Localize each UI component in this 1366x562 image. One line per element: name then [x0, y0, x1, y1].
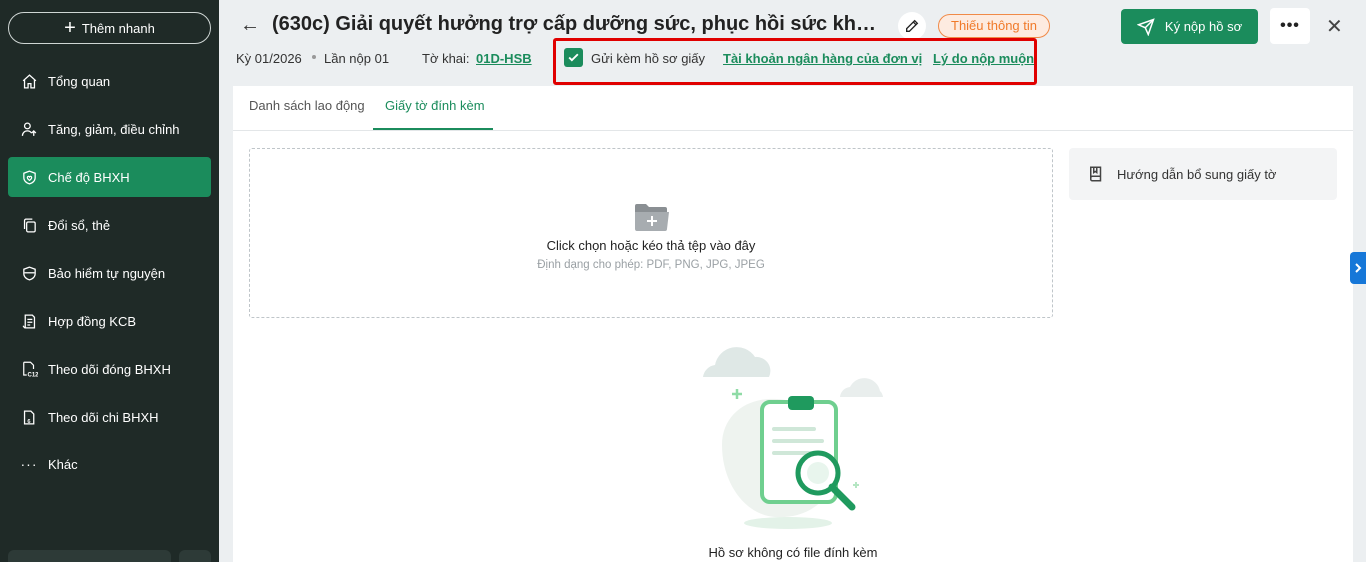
check-icon: [568, 53, 579, 62]
sidebar-item-label: Theo dõi đóng BHXH: [48, 361, 171, 377]
sidebar-item-exchange[interactable]: Đổi sổ, thẻ: [8, 205, 211, 245]
back-arrow-icon[interactable]: ←: [240, 14, 260, 37]
form-code-link[interactable]: 01D-HSB: [476, 51, 532, 66]
page-title: (630c) Giải quyết hưởng trợ cấp dưỡng sứ…: [272, 13, 887, 35]
tab-bar: Danh sách lao động Giấy tờ đính kèm: [233, 86, 1353, 131]
sign-submit-button[interactable]: Ký nộp hồ sơ: [1121, 9, 1258, 44]
contract-icon: [20, 312, 38, 330]
chevron-right-icon: [1355, 263, 1362, 273]
sidebar-item-label: Đổi sổ, thẻ: [48, 217, 111, 233]
late-reason-link[interactable]: Lý do nộp muộn: [933, 51, 1034, 66]
separator-dot: [312, 55, 316, 59]
form-label: Tờ khai:: [422, 51, 470, 66]
sidebar-item-label: Tổng quan: [48, 73, 111, 89]
active-tab-indicator: [373, 128, 493, 130]
submission-label: Lần nộp 01: [324, 51, 390, 66]
empty-state-text: Hồ sơ không có file đính kèm: [708, 545, 878, 560]
shield-icon: [20, 264, 38, 282]
sidebar-item-kcb-contract[interactable]: Hợp đồng KCB: [8, 301, 211, 341]
dropzone-formats: Định dạng cho phép: PDF, PNG, JPG, JPEG: [537, 259, 765, 271]
period-label: Kỳ 01/2026: [236, 51, 302, 66]
paper-docs-checkbox[interactable]: [564, 48, 583, 67]
document-guide-button[interactable]: Hướng dẫn bổ sung giấy tờ: [1069, 148, 1337, 200]
send-icon: [1136, 17, 1155, 36]
plus-icon: +: [64, 17, 76, 39]
empty-clipboard-illustration: [703, 347, 883, 529]
side-panel-toggle[interactable]: [1350, 252, 1366, 284]
folder-add-icon: [635, 204, 669, 231]
sidebar-item-label: Chế độ BHXH: [48, 169, 130, 185]
pencil-icon: [906, 19, 919, 32]
more-dots-icon: ···: [20, 456, 38, 472]
status-badge: Thiếu thông tin: [938, 14, 1051, 38]
tab-employee-list[interactable]: Danh sách lao động: [249, 98, 365, 113]
c12-document-icon: C12: [20, 360, 38, 378]
document-payment-icon: 6: [20, 408, 38, 426]
sidebar-item-track-payment[interactable]: C12 Theo dõi đóng BHXH: [8, 349, 211, 389]
home-icon: [20, 72, 38, 90]
paper-docs-label: Gửi kèm hồ sơ giấy: [591, 51, 706, 66]
sidebar-item-voluntary-insurance[interactable]: Bảo hiểm tự nguyện: [8, 253, 211, 293]
sidebar-item-track-spending[interactable]: 6 Theo dõi chi BHXH: [8, 397, 211, 437]
sidebar-item-other[interactable]: ··· Khác: [8, 444, 211, 484]
sidebar-item-label: Bảo hiểm tự nguyện: [48, 265, 166, 281]
file-dropzone[interactable]: Click chọn hoặc kéo thả tệp vào đây Định…: [249, 148, 1053, 318]
more-options-button[interactable]: •••: [1270, 8, 1310, 44]
sidebar-item-bhxh-regime[interactable]: Chế độ BHXH: [8, 157, 211, 197]
sidebar-item-overview[interactable]: Tổng quan: [8, 61, 211, 101]
edit-title-button[interactable]: [898, 12, 926, 40]
sidebar-item-label: Hợp đồng KCB: [48, 313, 137, 329]
sidebar-footer-button[interactable]: [8, 550, 171, 562]
shield-heart-icon: [20, 168, 38, 186]
svg-text:C12: C12: [28, 373, 39, 379]
book-icon: [1090, 166, 1102, 182]
sidebar-item-label: Theo dõi chi BHXH: [48, 409, 159, 425]
sidebar-collapse-button[interactable]: [179, 550, 211, 562]
guide-label: Hướng dẫn bổ sung giấy tờ: [1117, 166, 1277, 182]
quick-add-button[interactable]: + Thêm nhanh: [8, 12, 211, 44]
quick-add-label: Thêm nhanh: [81, 20, 155, 36]
close-icon[interactable]: ✕: [1326, 14, 1343, 39]
submit-label: Ký nộp hồ sơ: [1164, 19, 1243, 34]
tab-attachments[interactable]: Giấy tờ đính kèm: [385, 98, 485, 113]
user-adjust-icon: [20, 120, 38, 138]
sidebar-item-label: Tăng, giảm, điều chỉnh: [48, 121, 180, 137]
dropzone-title: Click chọn hoặc kéo thả tệp vào đây: [546, 238, 756, 253]
sidebar-item-adjust[interactable]: Tăng, giảm, điều chỉnh: [8, 109, 211, 149]
bank-account-link[interactable]: Tài khoản ngân hàng của đơn vị: [723, 51, 922, 66]
sidebar-item-label: Khác: [48, 456, 78, 472]
sidebar: + Thêm nhanh Tổng quan Tăng, giảm, điều …: [0, 0, 219, 562]
svg-text:6: 6: [27, 419, 30, 425]
copy-card-icon: [20, 216, 38, 234]
